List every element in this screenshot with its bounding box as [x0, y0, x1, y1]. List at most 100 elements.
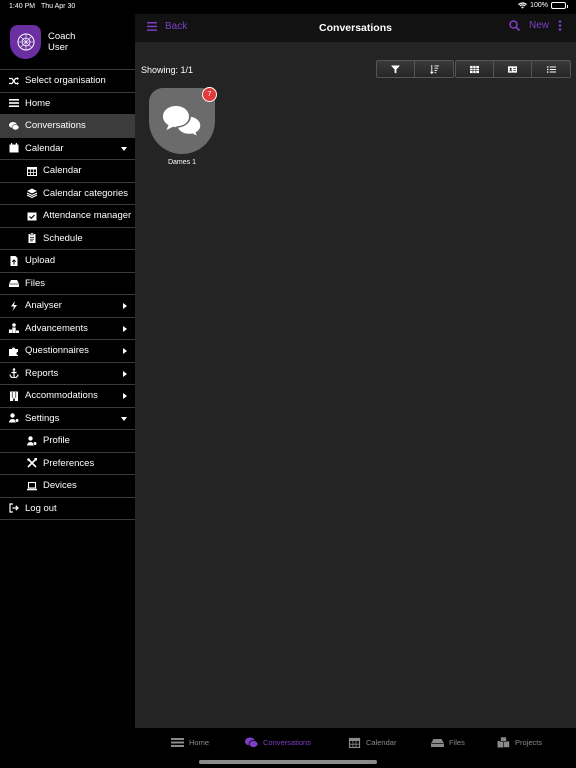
sidebar-item-label: Schedule: [43, 232, 83, 244]
sidebar-item-upload[interactable]: Upload: [0, 250, 135, 273]
file-upload-icon: [8, 255, 20, 267]
sidebar-item-label: Upload: [25, 255, 56, 267]
sidebar-item-questionnaires[interactable]: Questionnaires: [0, 340, 135, 363]
sidebar-item-label: Files: [25, 277, 46, 289]
sidebar-item-label: Advancements: [25, 322, 88, 334]
sidebar-item-logout[interactable]: Log out: [0, 498, 135, 520]
chat-bubbles-icon: [245, 737, 258, 748]
filter-icon: [391, 64, 400, 74]
filter-button[interactable]: [377, 61, 415, 77]
chevron-right-icon: [123, 370, 127, 377]
sidebar-item-label: Log out: [25, 502, 57, 514]
sidebar-item-label: Analyser: [25, 300, 62, 312]
id-card-icon: [508, 65, 517, 73]
sidebar-item-accommodations[interactable]: Accommodations: [0, 385, 135, 408]
battery-icon: [551, 2, 568, 9]
sidebar-item-schedule[interactable]: Schedule: [0, 228, 135, 250]
sort-icon: [429, 64, 439, 74]
sidebar-item-label: Profile: [43, 435, 70, 447]
sidebar: Coach User Select organisation Home Conv…: [0, 14, 135, 768]
search-icon[interactable]: [509, 20, 520, 31]
tab-calendar[interactable]: Calendar: [348, 737, 396, 748]
sidebar-item-home[interactable]: Home: [0, 93, 135, 115]
puzzle-icon: [8, 345, 20, 357]
status-time: 1:40 PM: [9, 3, 36, 10]
hard-drive-icon: [8, 277, 20, 289]
conversation-name: Dames 1: [167, 159, 196, 166]
sidebar-item-label: Attendance manager: [43, 210, 132, 222]
sidebar-item-settings[interactable]: Settings: [0, 408, 135, 430]
home-indicator[interactable]: [199, 760, 377, 764]
card-view-button[interactable]: [494, 61, 532, 77]
layers-icon: [26, 187, 38, 199]
sidebar-item-label: Devices: [43, 480, 77, 492]
sidebar-item-calendar[interactable]: Calendar: [0, 138, 135, 160]
sidebar-item-label: Calendar: [43, 165, 82, 177]
sidebar-item-label: Select organisation: [25, 75, 106, 87]
status-bar: 1:40 PM Thu Apr 30 100%: [0, 0, 576, 14]
boxes-icon: [497, 737, 510, 748]
user-profile[interactable]: Coach User: [0, 14, 135, 69]
wifi-icon: [518, 2, 527, 9]
user-name-line1: Coach: [48, 30, 76, 42]
chevron-down-icon: [121, 146, 127, 151]
sidebar-item-calendar-categories[interactable]: Calendar categories: [0, 183, 135, 205]
tab-label: Projects: [515, 738, 543, 747]
sidebar-item-analyser[interactable]: Analyser: [0, 295, 135, 318]
sidebar-item-profile[interactable]: Profile: [0, 430, 135, 453]
sidebar-item-label: Home: [25, 97, 51, 109]
user-cog-icon: [26, 435, 38, 447]
sidebar-item-label: Conversations: [25, 120, 86, 132]
grid-view-button[interactable]: [456, 61, 494, 77]
menu-lines-icon: [8, 97, 20, 109]
calendar-grid-icon: [26, 165, 38, 177]
sidebar-item-devices[interactable]: Devices: [0, 475, 135, 498]
sidebar-item-conversations[interactable]: Conversations: [0, 115, 135, 138]
unread-badge: 7: [202, 87, 217, 102]
sidebar-menu: Select organisation Home Conversations C…: [0, 69, 135, 520]
tab-files[interactable]: Files: [431, 737, 465, 748]
chevron-down-icon: [121, 416, 127, 421]
sidebar-item-files[interactable]: Files: [0, 273, 135, 295]
hard-drive-icon: [431, 739, 444, 747]
chevron-right-icon: [123, 325, 127, 332]
sidebar-item-reports[interactable]: Reports: [0, 363, 135, 385]
menu-lines-icon: [171, 738, 184, 747]
list-view-button[interactable]: [532, 61, 570, 77]
tab-label: Home: [189, 738, 210, 747]
sidebar-item-advancements[interactable]: Advancements: [0, 318, 135, 340]
top-bar: Back Conversations New: [135, 14, 576, 42]
conversation-tile[interactable]: 7 Dames 1: [149, 87, 217, 166]
chevron-right-icon: [123, 303, 127, 309]
status-right: 100%: [518, 2, 568, 9]
chevron-right-icon: [123, 393, 127, 399]
calendar-icon: [348, 737, 361, 748]
sidebar-item-label: Calendar: [25, 142, 64, 154]
sidebar-item-preferences[interactable]: Preferences: [0, 453, 135, 475]
sidebar-item-label: Reports: [25, 367, 59, 379]
more-vertical-icon[interactable]: [558, 20, 562, 31]
logo-icon: [17, 33, 34, 50]
sidebar-item-label: Preferences: [43, 457, 95, 469]
tab-label: Calendar: [366, 738, 397, 747]
shuffle-icon: [8, 75, 20, 87]
sidebar-item-select-organisation[interactable]: Select organisation: [0, 70, 135, 93]
sidebar-item-calendar-sub[interactable]: Calendar: [0, 160, 135, 183]
status-date: Thu Apr 30: [41, 3, 76, 10]
new-button[interactable]: New: [529, 20, 549, 31]
calendar-check-icon: [26, 210, 38, 222]
tab-projects[interactable]: Projects: [497, 737, 542, 748]
sort-button[interactable]: [415, 61, 453, 77]
tab-home[interactable]: Home: [171, 737, 209, 748]
tab-conversations[interactable]: Conversations: [245, 737, 311, 748]
top-bar-actions: New: [509, 20, 562, 31]
chat-bubbles-icon: [8, 120, 20, 132]
lightning-icon: [8, 300, 20, 312]
user-name-line2: User: [48, 41, 69, 53]
sidebar-item-label: Calendar categories: [43, 187, 129, 199]
tab-label: Conversations: [263, 738, 311, 747]
laptop-icon: [26, 480, 38, 492]
view-mode-group: [455, 60, 571, 78]
sidebar-item-attendance-manager[interactable]: Attendance manager: [0, 205, 135, 228]
battery-percent: 100%: [530, 2, 548, 9]
